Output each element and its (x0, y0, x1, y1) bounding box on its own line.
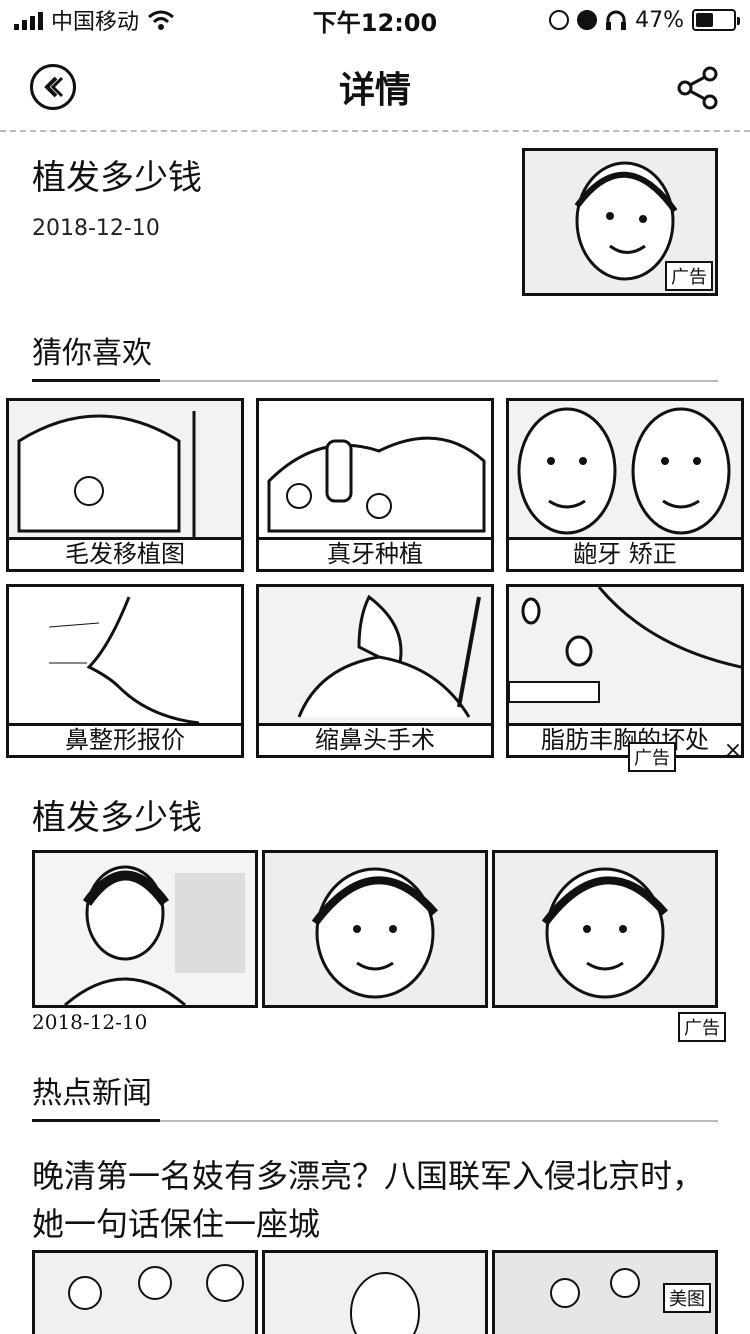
teeth-image (259, 401, 491, 537)
close-icon[interactable]: × (720, 738, 746, 764)
battery-percent: 47% (635, 7, 684, 33)
tile-caption: 毛发移植图 (9, 537, 241, 569)
section-underline (32, 1119, 160, 1122)
battery-icon (692, 9, 740, 31)
nav-bar: 详情 (0, 44, 750, 132)
tile-caption: 龅牙 矫正 (509, 537, 741, 569)
doctor-image (35, 853, 255, 1005)
ad-image-2[interactable] (262, 850, 488, 1008)
guess-item-1[interactable]: 毛发移植图 (6, 398, 244, 572)
woman-smile-image (265, 853, 485, 1005)
signal-icon (14, 10, 43, 30)
section-underline (32, 379, 160, 382)
ad-label-text: 广告 (634, 748, 670, 769)
guess-item-6[interactable]: 脂肪丰胸的坏处 (506, 584, 744, 758)
article-date: 2018-12-10 (32, 216, 160, 241)
status-bar: 中国移动 下午12:00 47% (0, 0, 750, 40)
nose-surgery-image (259, 587, 491, 723)
section-title-guess: 猜你喜欢 (32, 336, 152, 371)
ad-tag: 广告 (665, 261, 713, 291)
scalp-image (9, 401, 241, 537)
ad-image-1[interactable] (32, 850, 258, 1008)
ad-thumbnail[interactable]: 广告 (522, 148, 718, 296)
procedure-image (509, 587, 741, 723)
ad-label-text: 广告 (684, 1018, 720, 1039)
source-tag: 美图 (663, 1283, 711, 1313)
nose-profile-image (9, 587, 241, 723)
tile-caption: 缩鼻头手术 (259, 723, 491, 755)
woman-smile-image (495, 853, 715, 1005)
status-right: 47% (549, 7, 740, 33)
ad-image-3[interactable] (492, 850, 718, 1008)
carrier-name: 中国移动 (51, 10, 140, 35)
article-title[interactable]: 植发多少钱 (32, 150, 202, 199)
page-title: 详情 (338, 70, 411, 111)
historic-photo-image (35, 1253, 255, 1334)
ad-block-title[interactable]: 植发多少钱 (32, 790, 202, 839)
ad-block-date: 2018-12-10 (32, 1010, 148, 1034)
section-title-news: 热点新闻 (32, 1076, 152, 1111)
news-image-1[interactable] (32, 1250, 258, 1334)
faces-image (509, 401, 741, 537)
wifi-icon (147, 9, 175, 31)
ad-label: 广告 (628, 742, 676, 772)
tile-caption: 脂肪丰胸的坏处 (509, 723, 741, 755)
share-icon[interactable] (676, 66, 720, 110)
tile-caption: 真牙种植 (259, 537, 491, 569)
news-headline[interactable]: 晚清第一名妓有多漂亮？八国联军入侵北京时，她一句话保住一座城 (32, 1152, 722, 1248)
rotation-lock-icon (549, 10, 570, 30)
guess-item-5[interactable]: 缩鼻头手术 (256, 584, 494, 758)
tile-caption: 鼻整形报价 (9, 723, 241, 755)
guess-item-4[interactable]: 鼻整形报价 (6, 584, 244, 758)
status-time: 下午12:00 (312, 8, 438, 37)
news-image-2[interactable] (262, 1250, 488, 1334)
guess-item-3[interactable]: 龅牙 矫正 (506, 398, 744, 572)
news-image-3[interactable]: 美图 (492, 1250, 718, 1334)
back-circle-icon[interactable] (30, 64, 76, 110)
headphones-icon (605, 9, 627, 31)
guess-item-2[interactable]: 真牙种植 (256, 398, 494, 572)
portrait-image (265, 1253, 485, 1334)
ad-label: 广告 (678, 1012, 726, 1042)
alarm-icon (577, 10, 598, 30)
status-left: 中国移动 (14, 4, 175, 36)
